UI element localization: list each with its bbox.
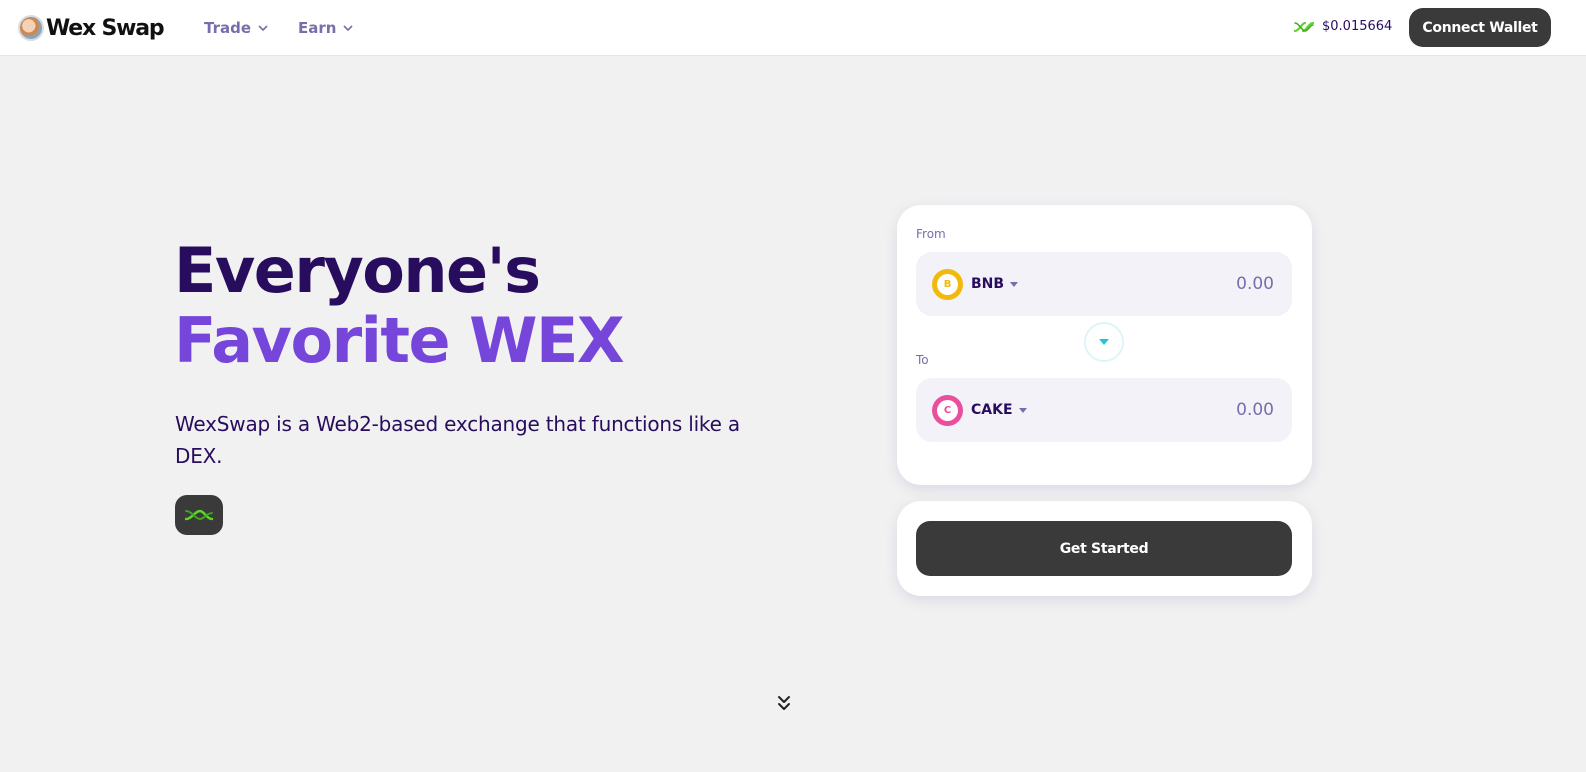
wex-logo-icon	[184, 509, 214, 521]
from-amount[interactable]: 0.00	[1236, 274, 1274, 294]
caret-down-icon	[1010, 281, 1019, 287]
nav-trade-label: Trade	[204, 19, 252, 37]
hero-title-line2: Favorite WEX	[174, 304, 625, 377]
nav-earn[interactable]: Earn	[298, 19, 354, 37]
wex-logo-button[interactable]	[175, 495, 223, 535]
from-token-symbol: BNB	[971, 276, 1005, 292]
swap-card: From B BNB 0.00 To C CAKE 0.00	[897, 205, 1312, 485]
from-token-selector[interactable]: BNB	[971, 276, 1019, 292]
cake-token-icon: C	[932, 395, 963, 426]
top-navbar: Wex Swap Trade Earn $0.015664 Connect Wa…	[0, 0, 1586, 56]
from-label: From	[916, 227, 946, 241]
swap-direction-button[interactable]	[1084, 322, 1124, 362]
chevron-down-icon	[343, 25, 354, 32]
bnb-token-icon: B	[932, 269, 963, 300]
token-price[interactable]: $0.015664	[1294, 19, 1392, 34]
nav-trade[interactable]: Trade	[204, 19, 268, 37]
wexswap-logo-icon	[18, 15, 44, 41]
cta-card: Get Started	[897, 501, 1312, 596]
to-token-field[interactable]: C CAKE 0.00	[916, 378, 1292, 442]
caret-down-icon	[1018, 407, 1027, 413]
chevron-down-icon	[258, 25, 268, 32]
cake-token-letter: C	[937, 400, 958, 421]
hero-title-line1: Everyone's	[174, 234, 541, 307]
logo-link[interactable]: Wex Swap	[18, 13, 165, 43]
logo-text: Wex Swap	[46, 15, 165, 41]
from-token-field[interactable]: B BNB 0.00	[916, 252, 1292, 316]
double-chevron-down-icon[interactable]	[776, 694, 792, 712]
to-amount[interactable]: 0.00	[1236, 400, 1274, 420]
bnb-token-letter: B	[937, 274, 958, 295]
to-label: To	[916, 353, 929, 367]
to-token-symbol: CAKE	[971, 402, 1013, 418]
token-price-value: $0.015664	[1322, 19, 1393, 34]
get-started-button[interactable]: Get Started	[916, 521, 1292, 576]
wex-token-icon	[1294, 21, 1314, 32]
connect-wallet-button[interactable]: Connect Wallet	[1409, 8, 1551, 47]
hero-title: Everyone's Favorite WEX	[174, 234, 625, 377]
hero-subtitle: WexSwap is a Web2-based exchange that fu…	[175, 412, 740, 468]
nav-earn-label: Earn	[298, 19, 337, 37]
to-token-selector[interactable]: CAKE	[971, 402, 1027, 418]
arrow-down-icon	[1099, 339, 1109, 345]
